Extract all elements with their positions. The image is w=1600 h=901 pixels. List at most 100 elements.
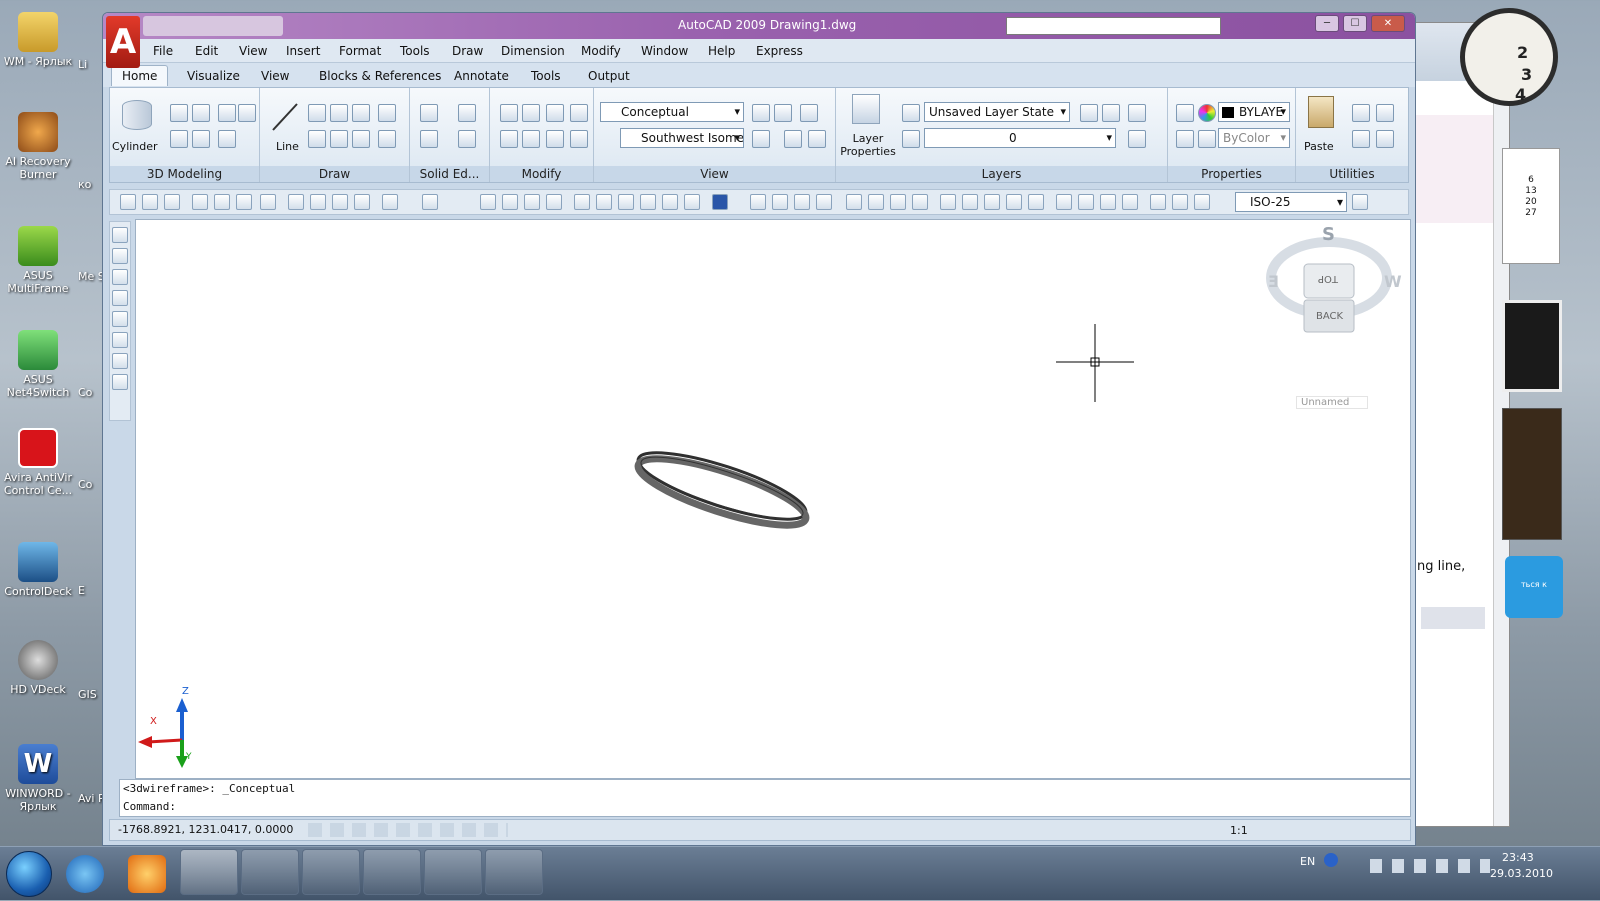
menu-view[interactable]: View — [239, 44, 267, 58]
dimension-style-select[interactable]: ISO-25 — [1235, 192, 1347, 212]
compass-east[interactable]: E — [1268, 272, 1279, 291]
ordinate-icon[interactable] — [816, 194, 832, 210]
taskbar-help-2[interactable] — [424, 849, 482, 895]
command-prompt[interactable]: Command: — [120, 798, 1410, 816]
linetype-icon[interactable] — [1198, 130, 1216, 148]
copy-icon[interactable] — [1376, 104, 1394, 122]
undo-icon[interactable] — [382, 194, 398, 210]
layers-icon[interactable] — [112, 374, 128, 390]
center-mark-icon[interactable] — [1078, 194, 1094, 210]
compass-south[interactable]: S — [1322, 224, 1335, 245]
union-icon[interactable] — [170, 130, 188, 148]
box-icon[interactable] — [170, 104, 188, 122]
radius-icon[interactable] — [846, 194, 862, 210]
tab-blocks-references[interactable]: Blocks & References — [319, 69, 441, 83]
3d-orbit-icon[interactable] — [112, 227, 128, 243]
baseline-icon[interactable] — [962, 194, 978, 210]
markup-icon[interactable] — [662, 194, 678, 210]
quick-calc-icon[interactable] — [1352, 130, 1370, 148]
tool-palettes-icon[interactable] — [618, 194, 634, 210]
extrude-icon[interactable] — [192, 104, 210, 122]
jogged-icon[interactable] — [868, 194, 884, 210]
dimension-style-icon[interactable] — [1352, 194, 1368, 210]
command-line[interactable]: <3dwireframe>: _Conceptual Command: — [119, 779, 1411, 817]
ellipse-icon[interactable] — [378, 104, 396, 122]
face-edit-icon[interactable] — [458, 104, 476, 122]
taskbar-explorer[interactable] — [241, 849, 299, 895]
help-tray-icon[interactable] — [1324, 853, 1338, 867]
new-icon[interactable] — [120, 194, 136, 210]
zoom-icon[interactable] — [752, 130, 770, 148]
media-gadget[interactable] — [1502, 408, 1562, 540]
hatch-icon[interactable] — [352, 104, 370, 122]
taskbar-help-1[interactable] — [302, 849, 360, 895]
copy-icon[interactable] — [310, 194, 326, 210]
camera-icon[interactable] — [112, 332, 128, 348]
tab-visualize[interactable]: Visualize — [187, 69, 240, 83]
menu-dimension[interactable]: Dimension — [501, 44, 565, 58]
view-preset-select[interactable]: Southwest Isome — [620, 128, 744, 148]
slice-icon[interactable] — [420, 130, 438, 148]
rotate-icon[interactable] — [500, 130, 518, 148]
zoom-window-icon[interactable] — [524, 194, 540, 210]
menu-insert[interactable]: Insert — [286, 44, 320, 58]
drafting-toggles[interactable] — [308, 823, 508, 837]
desktop-icon-avira[interactable]: Avira AntiVir Control Ce... — [2, 428, 74, 497]
sweep-icon[interactable] — [238, 104, 256, 122]
annotation-scale[interactable]: 1:1 — [1230, 824, 1248, 837]
spline-icon[interactable] — [330, 104, 348, 122]
properties-icon[interactable] — [574, 194, 590, 210]
presspull-icon[interactable] — [218, 104, 236, 122]
layer-off-icon[interactable] — [1102, 104, 1120, 122]
viewcube-top-face[interactable]: TOP — [1318, 273, 1338, 284]
color-wheel-icon[interactable] — [1198, 104, 1216, 122]
layer-match-icon[interactable] — [902, 130, 920, 148]
pan-icon[interactable] — [800, 104, 818, 122]
menu-modify[interactable]: Modify — [581, 44, 621, 58]
zoom-realtime-icon[interactable] — [502, 194, 518, 210]
ring-object[interactable] — [632, 440, 812, 538]
open-icon[interactable] — [142, 194, 158, 210]
zoom-previous-icon[interactable] — [546, 194, 562, 210]
tab-output[interactable]: Output — [588, 69, 630, 83]
menu-window[interactable]: Window — [641, 44, 688, 58]
taskbar-word[interactable] — [363, 849, 421, 895]
pan-icon[interactable] — [480, 194, 496, 210]
match-properties-icon[interactable] — [354, 194, 370, 210]
layer-state-select[interactable]: Unsaved Layer State — [924, 102, 1070, 122]
linetype-select[interactable]: ByColor — [1218, 128, 1290, 148]
tab-view[interactable]: View — [261, 69, 289, 83]
background-icon[interactable] — [112, 353, 128, 369]
start-button[interactable] — [6, 851, 52, 897]
dim-space-icon[interactable] — [1006, 194, 1022, 210]
array-icon[interactable] — [522, 130, 540, 148]
measure-icon[interactable] — [1376, 130, 1394, 148]
quick-access-toolbar[interactable] — [143, 16, 283, 36]
cut-icon[interactable] — [1352, 104, 1370, 122]
menu-draw[interactable]: Draw — [452, 44, 483, 58]
inspection-icon[interactable] — [1100, 194, 1116, 210]
arc-icon[interactable] — [308, 130, 326, 148]
polyline-icon[interactable] — [308, 104, 326, 122]
match-properties-icon[interactable] — [1176, 104, 1194, 122]
quick-dimension-icon[interactable] — [940, 194, 956, 210]
save-icon[interactable] — [164, 194, 180, 210]
tab-home[interactable]: Home — [111, 65, 169, 86]
orbit-icon[interactable] — [784, 130, 802, 148]
language-indicator[interactable]: EN — [1300, 855, 1315, 868]
title-bar[interactable]: AutoCAD 2009 Drawing1.dwg ─ ☐ ✕ — [103, 13, 1415, 39]
circle-icon[interactable] — [378, 130, 396, 148]
design-center-icon[interactable] — [596, 194, 612, 210]
line-label[interactable]: Line — [276, 140, 299, 153]
app-menu-button[interactable]: A — [106, 16, 140, 68]
rectangle-icon[interactable] — [352, 130, 370, 148]
coordinates-readout[interactable]: -1768.8921, 1231.0417, 0.0000 — [118, 823, 293, 836]
render-icon[interactable] — [112, 311, 128, 327]
desktop-icon-controldeck[interactable]: ControlDeck — [2, 542, 74, 598]
tray-icons[interactable] — [1370, 859, 1490, 873]
desktop-icon-ai-recovery[interactable]: AI Recovery Burner — [2, 112, 74, 181]
tab-annotate[interactable]: Annotate — [454, 69, 509, 83]
layer-isolate-icon[interactable] — [1080, 104, 1098, 122]
solid-edit-icon[interactable] — [420, 104, 438, 122]
intersect-icon[interactable] — [218, 130, 236, 148]
